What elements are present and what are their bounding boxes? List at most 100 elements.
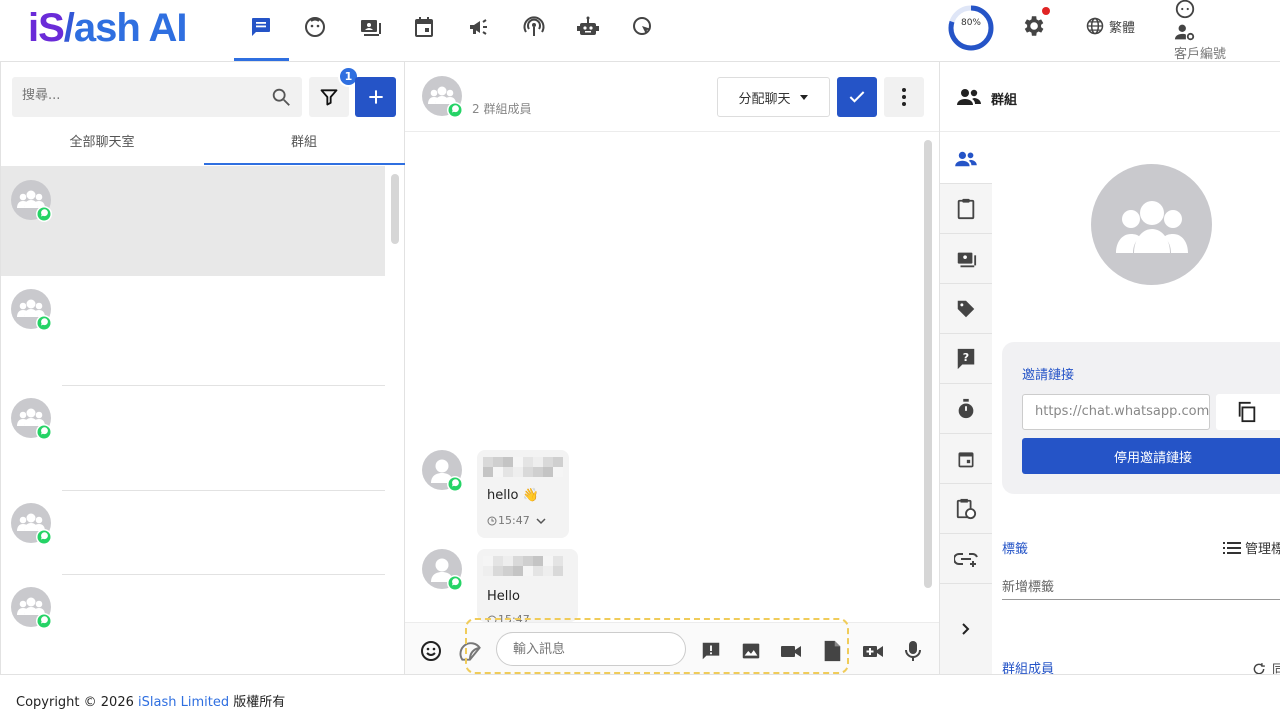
check-icon	[849, 91, 865, 103]
pixel-block	[493, 566, 503, 576]
search-input[interactable]	[22, 88, 242, 103]
manage-tags-label: 管理標	[1245, 542, 1280, 557]
language-label: 繁體	[1109, 20, 1136, 36]
side-tab-contacts[interactable]	[940, 234, 992, 284]
message-time: 15:47	[487, 514, 546, 527]
sender-avatar-icon	[421, 549, 463, 591]
robot-icon[interactable]	[570, 12, 606, 42]
pixel-block	[483, 457, 493, 467]
group-profile-picture	[1091, 164, 1212, 285]
details-side-tabs: ?	[940, 134, 992, 674]
settings-gear-icon[interactable]	[1020, 13, 1046, 39]
manage-tags-button[interactable]: 管理標	[1223, 538, 1280, 557]
add-link-icon	[954, 552, 978, 567]
pixel-block	[553, 467, 563, 477]
calendar-icon[interactable]	[406, 12, 442, 42]
pixel-block	[523, 467, 533, 477]
message-text: hello 👋	[487, 488, 539, 503]
side-tab-group[interactable]	[940, 134, 992, 184]
globe-icon	[1086, 17, 1104, 35]
conversation-panel: 2 群組成員 分配聊天 hello 👋 15:47 Hello 15:47	[405, 62, 939, 674]
list-item[interactable]	[1, 166, 385, 276]
disable-invite-button[interactable]: 停用邀請鏈接	[1022, 438, 1280, 474]
chevron-down-icon[interactable]	[536, 517, 546, 525]
microphone-icon[interactable]	[900, 638, 926, 664]
group-avatar-icon	[10, 503, 52, 545]
chat-icon[interactable]	[243, 12, 279, 42]
group-avatar-icon	[10, 587, 52, 629]
pixel-block	[543, 556, 553, 566]
assign-chat-button[interactable]: 分配聊天	[717, 77, 830, 117]
tab-all-chats[interactable]: 全部聊天室	[1, 126, 203, 166]
side-tab-faq[interactable]: ?	[940, 334, 992, 384]
pixel-block	[523, 556, 533, 566]
side-tab-timer[interactable]	[940, 384, 992, 434]
composer-highlight-box	[465, 618, 849, 674]
footer: Copyright © 2026 iSlash Limited 版權所有	[0, 674, 1280, 720]
pixel-block	[533, 467, 543, 477]
pixel-block	[483, 556, 493, 566]
side-tab-notes[interactable]	[940, 184, 992, 234]
side-tab-calendar[interactable]	[940, 434, 992, 484]
clipboard-icon	[957, 198, 975, 219]
side-tab-schedule[interactable]	[940, 484, 992, 534]
add-tag-input[interactable]: 新增標籤	[1002, 576, 1280, 600]
invite-link-field[interactable]: https://chat.whatsapp.com	[1022, 394, 1210, 430]
group-icon	[957, 89, 981, 105]
chat-list-scrollbar[interactable]	[391, 174, 399, 244]
language-switch[interactable]: 繁體	[1085, 16, 1135, 36]
cursor-icon[interactable]	[625, 12, 661, 42]
emoji-icon[interactable]	[418, 638, 444, 664]
contacts-icon[interactable]	[352, 12, 388, 42]
pixel-block	[503, 467, 513, 477]
pixel-block	[493, 457, 503, 467]
pixel-block	[533, 457, 543, 467]
copy-link-button[interactable]	[1216, 394, 1280, 430]
filter-icon	[320, 89, 338, 106]
side-tab-collapse[interactable]	[940, 584, 992, 674]
broadcast-icon[interactable]	[461, 12, 497, 42]
list-item[interactable]	[1, 491, 385, 574]
tab-groups[interactable]: 群組	[203, 126, 405, 166]
list-item[interactable]	[1, 575, 385, 674]
side-tab-tags[interactable]	[940, 284, 992, 334]
pixel-block	[543, 467, 553, 477]
chevron-right-icon	[962, 623, 970, 635]
messages-scrollbar[interactable]	[924, 140, 932, 588]
group-icon	[1115, 200, 1188, 253]
tags-label: 標籤	[1002, 542, 1029, 557]
search-icon[interactable]	[270, 86, 292, 108]
more-options-button[interactable]	[884, 77, 924, 117]
group-avatar-icon	[10, 289, 52, 331]
pixel-block	[523, 457, 533, 467]
message-bubble: hello 👋 15:47	[477, 450, 569, 538]
clipboard-clock-icon	[956, 498, 977, 519]
clock-icon	[487, 516, 497, 525]
search-box[interactable]	[12, 77, 302, 117]
brand-link[interactable]: iSlash Limited	[138, 695, 229, 710]
list-item[interactable]	[1, 277, 385, 385]
group-avatar-icon	[10, 398, 52, 440]
pixel-block	[523, 566, 533, 576]
face-icon[interactable]	[297, 12, 333, 42]
islash-logo[interactable]: iS/ash AI	[28, 6, 187, 50]
resolve-button[interactable]	[837, 77, 877, 117]
active-tab-indicator	[204, 163, 405, 165]
video-call-icon[interactable]	[860, 638, 886, 664]
pixel-block	[533, 556, 543, 566]
group-avatar-icon	[10, 180, 52, 222]
progress-label: 80%	[960, 18, 981, 28]
podcast-icon[interactable]	[516, 12, 552, 42]
add-chat-button[interactable]	[355, 77, 396, 117]
more-vertical-icon	[902, 88, 906, 106]
copyright-suffix: 版權所有	[229, 695, 286, 710]
side-tab-link[interactable]	[940, 534, 992, 584]
list-item[interactable]	[1, 386, 385, 490]
pixel-block	[513, 556, 523, 566]
message-bubble: Hello 15:47	[477, 549, 578, 626]
details-panel: 群組 ? 邀請鏈接 https://chat.whatsapp.com 停用邀請…	[939, 62, 1280, 678]
top-navigation: iS/ash AI 80% 繁體 客戶編號	[0, 0, 1280, 62]
group-icon	[955, 151, 977, 166]
contacts-icon	[957, 252, 977, 267]
pixel-block	[513, 467, 523, 477]
